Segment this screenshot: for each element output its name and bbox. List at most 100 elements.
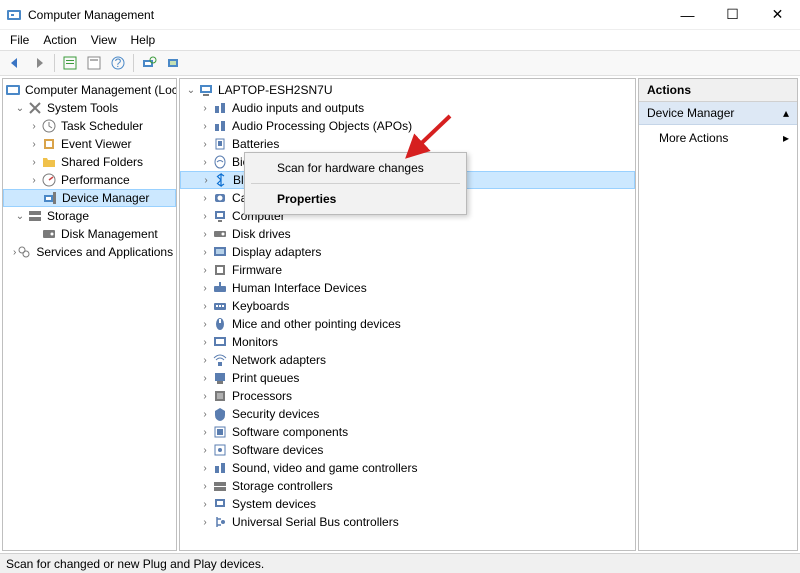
device-category[interactable]: ›Storage controllers — [180, 477, 635, 495]
show-hide-tree-button[interactable] — [59, 52, 81, 74]
tree-event-viewer[interactable]: › Event Viewer — [3, 135, 176, 153]
expand-icon[interactable]: › — [198, 407, 212, 421]
tree-shared-folders[interactable]: › Shared Folders — [3, 153, 176, 171]
expand-icon[interactable]: › — [198, 479, 212, 493]
app-icon — [6, 7, 22, 23]
expand-icon[interactable]: › — [198, 137, 212, 151]
expand-icon[interactable]: › — [198, 461, 212, 475]
expand-icon[interactable]: › — [198, 119, 212, 133]
actions-header: Actions — [639, 79, 797, 102]
device-category[interactable]: ›Monitors — [180, 333, 635, 351]
device-category[interactable]: ›Audio Processing Objects (APOs) — [180, 117, 635, 135]
device-category[interactable]: ›Firmware — [180, 261, 635, 279]
context-properties[interactable]: Properties — [247, 186, 464, 212]
forward-button[interactable] — [28, 52, 50, 74]
event-icon — [41, 136, 57, 152]
monitor-icon — [212, 334, 228, 350]
device-category[interactable]: ›Human Interface Devices — [180, 279, 635, 297]
device-category[interactable]: ›Print queues — [180, 369, 635, 387]
device-category[interactable]: ›Audio inputs and outputs — [180, 99, 635, 117]
back-button[interactable] — [4, 52, 26, 74]
device-category-label: Display adapters — [232, 245, 321, 259]
svg-text:?: ? — [115, 56, 122, 70]
tree-performance[interactable]: › Performance — [3, 171, 176, 189]
expand-icon[interactable]: › — [198, 281, 212, 295]
context-scan-hardware[interactable]: Scan for hardware changes — [247, 155, 464, 181]
disk-icon — [41, 226, 57, 242]
hid-icon — [212, 280, 228, 296]
expand-icon[interactable]: › — [198, 209, 212, 223]
expand-icon[interactable]: › — [198, 191, 212, 205]
properties-button[interactable] — [83, 52, 105, 74]
expand-icon[interactable]: › — [198, 335, 212, 349]
expand-icon[interactable]: › — [198, 245, 212, 259]
device-category[interactable]: ›Network adapters — [180, 351, 635, 369]
tree-services-apps[interactable]: › Services and Applications — [3, 243, 176, 261]
usb-icon — [212, 514, 228, 530]
expand-icon[interactable]: › — [198, 299, 212, 313]
menu-help[interactable]: Help — [125, 31, 162, 49]
expand-icon[interactable]: › — [27, 119, 41, 133]
expand-icon[interactable]: › — [198, 317, 212, 331]
device-category[interactable]: ›Security devices — [180, 405, 635, 423]
expand-icon[interactable]: › — [27, 137, 41, 151]
expand-icon[interactable]: › — [198, 389, 212, 403]
menu-action[interactable]: Action — [37, 31, 82, 49]
scan-hardware-button[interactable] — [138, 52, 160, 74]
device-category[interactable]: ›Disk drives — [180, 225, 635, 243]
tree-device-manager[interactable]: Device Manager — [3, 189, 176, 207]
expand-icon[interactable]: › — [198, 371, 212, 385]
expand-icon[interactable]: › — [199, 173, 213, 187]
device-category[interactable]: ›System devices — [180, 495, 635, 513]
status-text: Scan for changed or new Plug and Play de… — [6, 557, 264, 571]
more-actions[interactable]: More Actions ▸ — [639, 125, 797, 151]
device-category-label: Software components — [232, 425, 348, 439]
close-button[interactable]: ✕ — [755, 0, 800, 30]
expand-icon[interactable]: › — [198, 353, 212, 367]
expand-icon[interactable]: › — [198, 101, 212, 115]
storage-controller-icon — [212, 478, 228, 494]
device-category[interactable]: ›Batteries — [180, 135, 635, 153]
expand-icon[interactable]: › — [198, 515, 212, 529]
expand-icon[interactable]: › — [198, 497, 212, 511]
expand-icon[interactable]: › — [27, 155, 41, 169]
menu-file[interactable]: File — [4, 31, 35, 49]
sw-device-icon — [212, 442, 228, 458]
device-tree-root[interactable]: ⌄ LAPTOP-ESH2SN7U — [180, 81, 635, 99]
menu-view[interactable]: View — [85, 31, 123, 49]
device-manager-icon — [42, 190, 58, 206]
biometric-icon — [212, 154, 228, 170]
tree-disk-management[interactable]: Disk Management — [3, 225, 176, 243]
expand-icon[interactable]: › — [198, 227, 212, 241]
tree-root[interactable]: Computer Management (Local) — [3, 81, 176, 99]
tree-task-scheduler[interactable]: › Task Scheduler — [3, 117, 176, 135]
display-icon — [212, 244, 228, 260]
device-category[interactable]: ›Mice and other pointing devices — [180, 315, 635, 333]
maximize-button[interactable]: ☐ — [710, 0, 755, 30]
expand-icon[interactable]: › — [198, 425, 212, 439]
collapse-icon[interactable]: ⌄ — [13, 209, 27, 223]
tree-system-tools[interactable]: ⌄ System Tools — [3, 99, 176, 117]
audio-icon — [212, 100, 228, 116]
device-category[interactable]: ›Sound, video and game controllers — [180, 459, 635, 477]
device-category[interactable]: ›Universal Serial Bus controllers — [180, 513, 635, 531]
device-category[interactable]: › Software components — [180, 423, 635, 441]
collapse-icon[interactable]: ⌄ — [13, 101, 27, 115]
collapse-icon[interactable]: ⌄ — [184, 83, 198, 97]
expand-icon[interactable]: › — [27, 173, 41, 187]
expand-icon[interactable]: › — [198, 443, 212, 457]
device-category[interactable]: ›Keyboards — [180, 297, 635, 315]
device-category[interactable]: ›Software devices — [180, 441, 635, 459]
context-separator — [251, 183, 460, 184]
device-category[interactable]: ›Processors — [180, 387, 635, 405]
expand-icon[interactable]: › — [198, 155, 212, 169]
tree-storage[interactable]: ⌄ Storage — [3, 207, 176, 225]
minimize-button[interactable]: — — [665, 0, 710, 30]
refresh-button[interactable] — [162, 52, 184, 74]
actions-section[interactable]: Device Manager ▴ — [639, 102, 797, 125]
device-category[interactable]: › Display adapters — [180, 243, 635, 261]
disk-drive-icon — [212, 226, 228, 242]
expand-icon[interactable]: › — [198, 263, 212, 277]
apo-icon — [212, 118, 228, 134]
help-button[interactable]: ? — [107, 52, 129, 74]
